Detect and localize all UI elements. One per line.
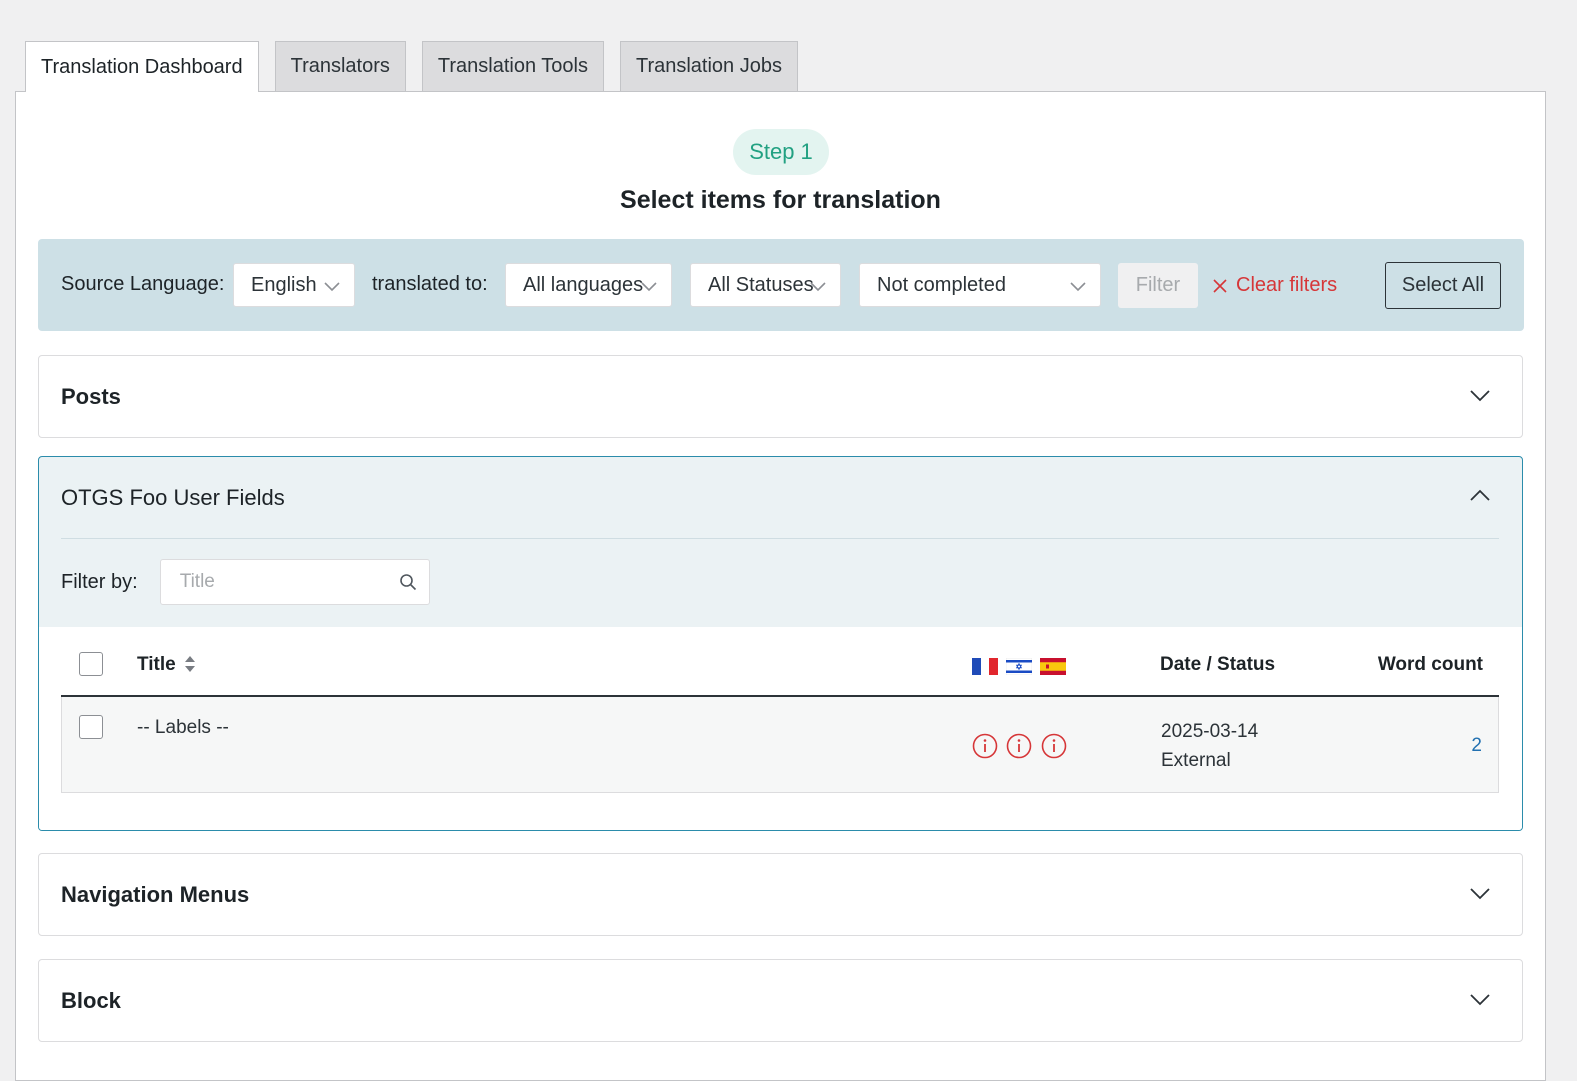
status-select[interactable]: All Statuses — [690, 263, 841, 307]
section-nav-header[interactable]: Navigation Menus — [39, 854, 1522, 936]
chevron-down-icon — [810, 282, 826, 292]
tab-translation-dashboard[interactable]: Translation Dashboard — [25, 41, 259, 92]
source-language-label: Source Language: — [61, 273, 225, 295]
select-all-checkbox[interactable] — [79, 652, 103, 676]
info-icon[interactable] — [972, 733, 998, 759]
step-badge: Step 1 — [733, 129, 829, 175]
title-search-input[interactable] — [177, 570, 388, 594]
search-icon[interactable] — [399, 573, 417, 591]
table-header: Title Date / Status Word count — [61, 627, 1499, 697]
chevron-down-icon — [324, 282, 340, 292]
table-row: -- Labels -- 2025-03-14 External 2 — [61, 697, 1499, 793]
column-title[interactable]: Title — [137, 654, 176, 676]
clear-filters-link[interactable]: Clear filters — [1213, 263, 1337, 308]
section-block-header[interactable]: Block — [39, 960, 1522, 1042]
items-table: Title Date / Status Word count -- Labels… — [39, 627, 1522, 830]
completion-select[interactable]: Not completed — [859, 263, 1101, 307]
section-block: Block — [38, 959, 1523, 1042]
chevron-down-icon — [1470, 888, 1490, 900]
tab-translators[interactable]: Translators — [274, 41, 406, 91]
section-otgs-title: OTGS Foo User Fields — [61, 485, 285, 510]
chevron-down-icon — [641, 282, 657, 292]
target-language-value: All languages — [523, 273, 644, 296]
section-nav-title: Navigation Menus — [61, 882, 250, 907]
section-posts-title: Posts — [61, 384, 121, 409]
filter-by-label: Filter by: — [61, 570, 138, 593]
row-word-count[interactable]: 2 — [1471, 735, 1482, 757]
page-heading: Select items for translation — [620, 186, 941, 214]
filter-bar: Source Language: English translated to: … — [38, 239, 1524, 331]
french-flag-icon — [972, 658, 998, 675]
info-icon[interactable] — [1006, 733, 1032, 759]
section-block-title: Block — [61, 988, 121, 1013]
tab-translation-tools[interactable]: Translation Tools — [421, 41, 604, 91]
section-otgs-header[interactable]: OTGS Foo User Fields — [39, 457, 1522, 539]
chevron-down-icon — [1470, 994, 1490, 1006]
section-otgs-foo-user-fields: OTGS Foo User Fields Filter by: Title Ti… — [38, 456, 1523, 831]
clear-filters-label: Clear filters — [1236, 274, 1338, 296]
section-navigation-menus: Navigation Menus — [38, 853, 1523, 936]
spanish-flag-icon — [1040, 658, 1066, 675]
column-word-count: Word count — [1377, 654, 1483, 675]
chevron-down-icon — [1070, 282, 1086, 292]
section-posts: Posts — [38, 355, 1523, 438]
israeli-flag-icon — [1006, 658, 1032, 675]
filter-button[interactable]: Filter — [1118, 263, 1198, 308]
chevron-up-icon — [1470, 489, 1490, 501]
translated-to-label: translated to: — [372, 273, 488, 295]
status-value: All Statuses — [708, 273, 814, 296]
row-title: -- Labels -- — [137, 717, 229, 738]
tab-translation-jobs[interactable]: Translation Jobs — [619, 41, 798, 91]
row-date: 2025-03-14 — [1161, 721, 1259, 742]
sort-icon[interactable] — [183, 654, 197, 674]
chevron-down-icon — [1470, 390, 1490, 402]
target-language-select[interactable]: All languages — [505, 263, 672, 307]
nav-tabs: Translation Dashboard Translators Transl… — [25, 41, 798, 92]
dashboard-panel: Step 1 Select items for translation Sour… — [15, 91, 1546, 1081]
close-icon — [1213, 278, 1227, 293]
row-status: External — [1161, 750, 1231, 771]
filter-by-row: Filter by: — [61, 559, 430, 605]
section-divider — [61, 538, 1499, 539]
source-language-select[interactable]: English — [233, 263, 355, 307]
row-checkbox[interactable] — [79, 715, 103, 739]
column-date-status: Date / Status — [1160, 654, 1276, 675]
section-posts-header[interactable]: Posts — [39, 356, 1522, 438]
select-all-button[interactable]: Select All — [1385, 262, 1501, 309]
info-icon[interactable] — [1041, 733, 1067, 759]
title-search-box — [159, 559, 430, 605]
completion-value: Not completed — [877, 273, 1006, 296]
source-language-value: English — [251, 273, 317, 296]
